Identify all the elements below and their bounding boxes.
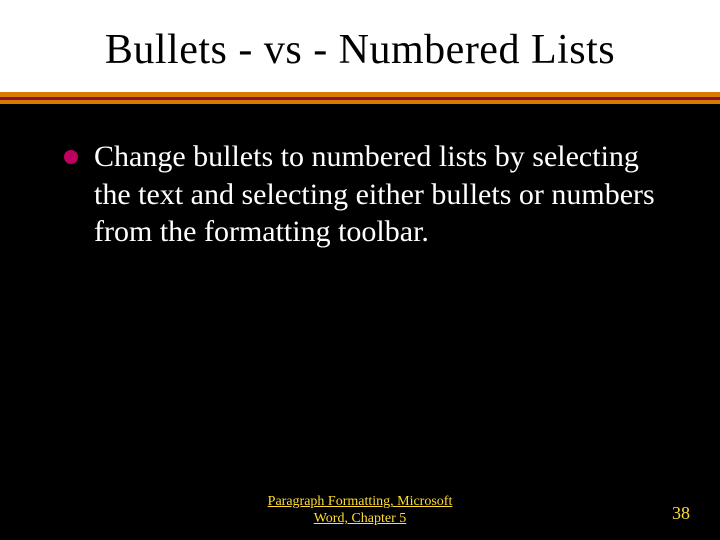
divider-bar (0, 92, 720, 104)
footer: Paragraph Formatting, Microsoft Word, Ch… (0, 488, 720, 528)
slide: Bullets - vs - Numbered Lists Change bul… (0, 0, 720, 540)
page-number: 38 (672, 503, 690, 524)
bullet-icon (64, 150, 78, 164)
content-area: Change bullets to numbered lists by sele… (0, 104, 720, 251)
title-area: Bullets - vs - Numbered Lists (0, 0, 720, 92)
footer-line2: Word, Chapter 5 (268, 511, 453, 528)
slide-title: Bullets - vs - Numbered Lists (0, 26, 720, 74)
bullet-text: Change bullets to numbered lists by sele… (94, 138, 672, 251)
footer-center: Paragraph Formatting, Microsoft Word, Ch… (268, 494, 453, 528)
list-item: Change bullets to numbered lists by sele… (64, 138, 672, 251)
footer-line1: Paragraph Formatting, Microsoft (268, 494, 453, 509)
